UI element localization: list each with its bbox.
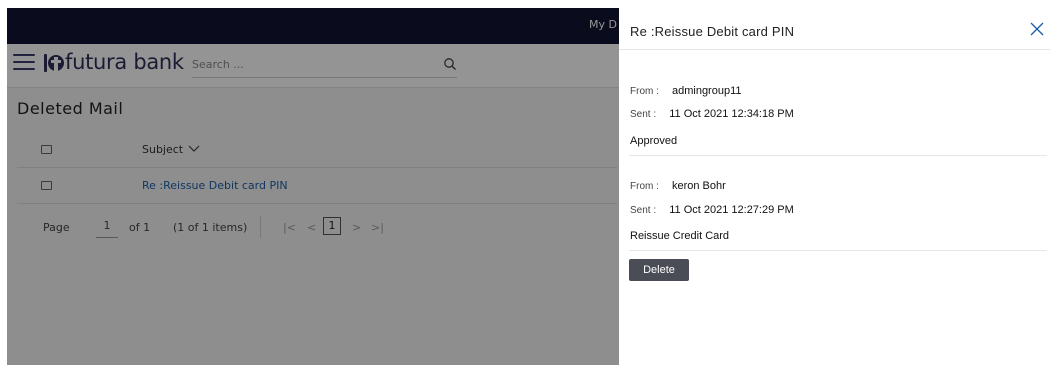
- sent-label: Sent :: [630, 205, 657, 216]
- mail-detail-drawer: Re :Reissue Debit card PIN From : adming…: [619, 0, 1050, 365]
- sent-value: 11 Oct 2021 12:27:29 PM: [669, 204, 794, 216]
- modal-backdrop[interactable]: [7, 8, 619, 365]
- from-value: keron Bohr: [671, 180, 726, 192]
- from-value: admingroup11: [671, 85, 742, 97]
- close-icon[interactable]: [1030, 22, 1044, 36]
- message-divider: [629, 250, 1047, 251]
- message-body: Approved: [630, 135, 678, 147]
- from-label: From :: [630, 181, 659, 192]
- sent-label: Sent :: [630, 109, 657, 120]
- delete-button[interactable]: Delete: [629, 259, 689, 281]
- drawer-header: Re :Reissue Debit card PIN: [619, 0, 1050, 50]
- message-divider: [629, 155, 1047, 156]
- message-body: Reissue Credit Card: [630, 230, 730, 242]
- from-label: From :: [630, 86, 659, 97]
- sent-value: 11 Oct 2021 12:34:18 PM: [669, 108, 794, 120]
- drawer-title: Re :Reissue Debit card PIN: [630, 24, 795, 39]
